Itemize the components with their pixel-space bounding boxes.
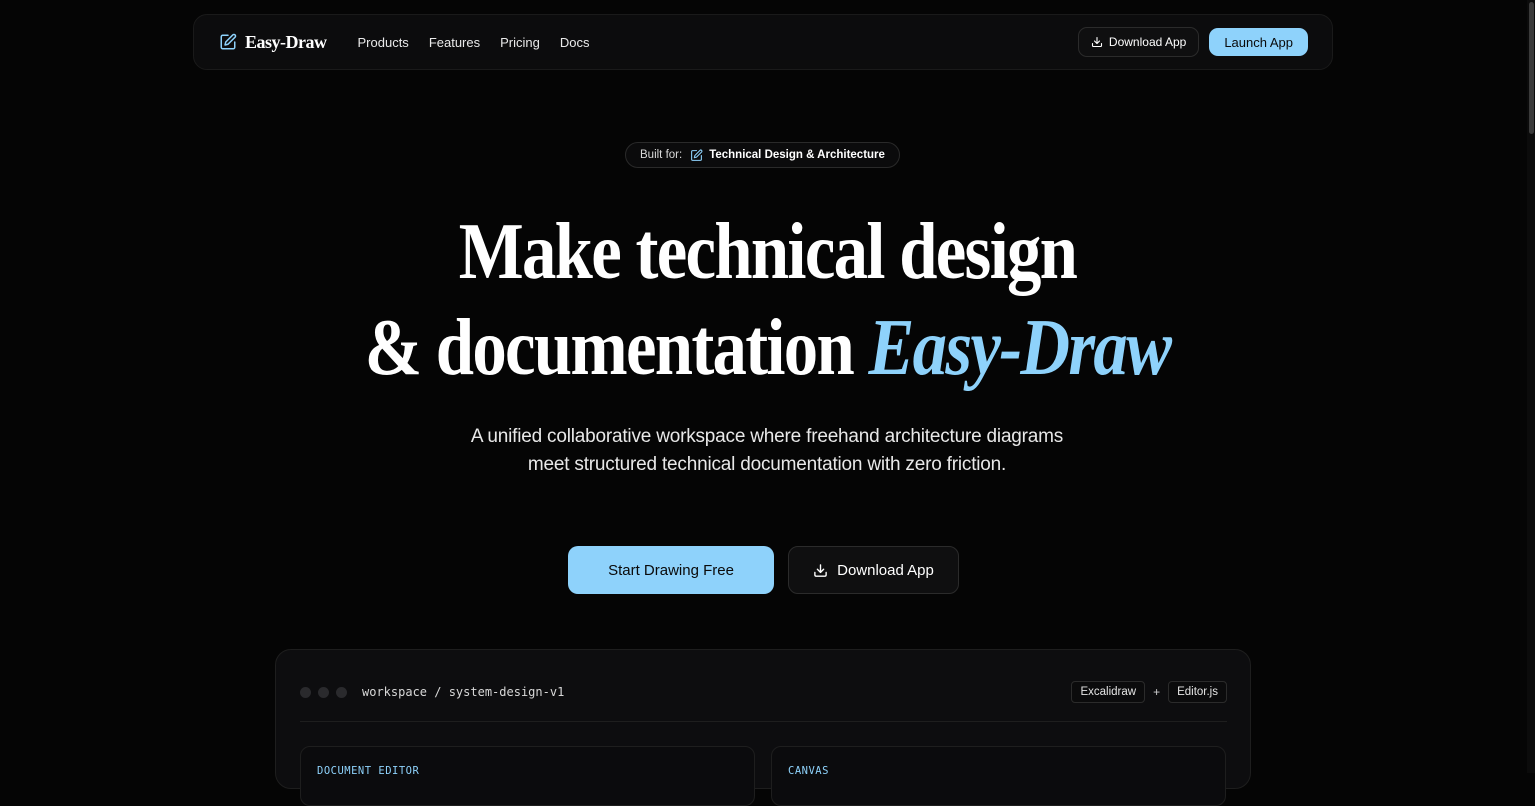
launch-app-button[interactable]: Launch App — [1209, 28, 1308, 56]
workspace-path: workspace / system-design-v1 — [362, 684, 565, 699]
workspace-header: workspace / system-design-v1 Excalidraw … — [300, 674, 1227, 722]
window-controls — [300, 687, 347, 698]
window-dot-icon — [318, 687, 329, 698]
workspace-tags: Excalidraw + Editor.js — [1071, 680, 1227, 703]
badge-label: Technical Design & Architecture — [709, 149, 885, 161]
canvas-pane[interactable]: CANVAS — [771, 746, 1226, 806]
start-drawing-button[interactable]: Start Drawing Free — [568, 546, 774, 594]
badge-chip: Technical Design & Architecture — [690, 149, 885, 162]
top-navbar: Easy-Draw Products Features Pricing Docs… — [193, 14, 1333, 70]
hero-line-2-plain: & documentation — [364, 304, 855, 392]
workspace-preview: workspace / system-design-v1 Excalidraw … — [275, 649, 1251, 806]
launch-app-label: Launch App — [1224, 34, 1293, 50]
document-editor-pane[interactable]: DOCUMENT EDITOR — [300, 746, 755, 806]
edit-icon — [691, 149, 703, 161]
page-scrollbar[interactable] — [1527, 0, 1535, 773]
cta-row: Start Drawing Free Download App — [568, 546, 959, 594]
built-for-badge: Built for: Technical Design & Architectu… — [625, 142, 900, 168]
download-icon — [814, 563, 827, 577]
nav-download-app-label: Download App — [1108, 35, 1187, 49]
hero-subtitle: A unified collaborative workspace where … — [470, 426, 1064, 475]
download-app-button[interactable]: Download App — [788, 546, 959, 594]
edit-icon — [220, 33, 237, 50]
scrollbar-thumb[interactable] — [1529, 2, 1534, 134]
window-dot-icon — [336, 687, 347, 698]
nav-actions: Download App Launch App — [1077, 27, 1308, 57]
hero-accent-text: Easy-Draw — [868, 304, 1171, 392]
tag-editorjs: Editor.js — [1168, 680, 1227, 703]
tag-excalidraw: Excalidraw — [1071, 680, 1146, 703]
download-app-label: Download App — [837, 561, 934, 579]
hero-line-1: Make technical design — [458, 208, 1078, 296]
window-dot-icon — [300, 687, 311, 698]
badge-prefix: Built for: — [640, 149, 683, 161]
nav-link-pricing[interactable]: Pricing — [500, 35, 540, 50]
canvas-label: CANVAS — [788, 765, 829, 777]
nav-link-docs[interactable]: Docs — [560, 35, 590, 50]
hero-line-2: & documentation Easy-Draw — [107, 308, 1427, 388]
document-editor-label: DOCUMENT EDITOR — [317, 765, 420, 777]
tag-plus: + — [1153, 684, 1161, 699]
start-drawing-label: Start Drawing Free — [608, 561, 734, 579]
nav-link-products[interactable]: Products — [358, 35, 409, 50]
nav-links: Products Features Pricing Docs — [358, 35, 590, 50]
brand-name: Easy-Draw — [245, 31, 327, 52]
download-icon — [1091, 36, 1102, 48]
nav-link-features[interactable]: Features — [429, 35, 480, 50]
brand-logo[interactable]: Easy-Draw — [219, 32, 327, 53]
nav-download-app-button[interactable]: Download App — [1077, 27, 1200, 57]
